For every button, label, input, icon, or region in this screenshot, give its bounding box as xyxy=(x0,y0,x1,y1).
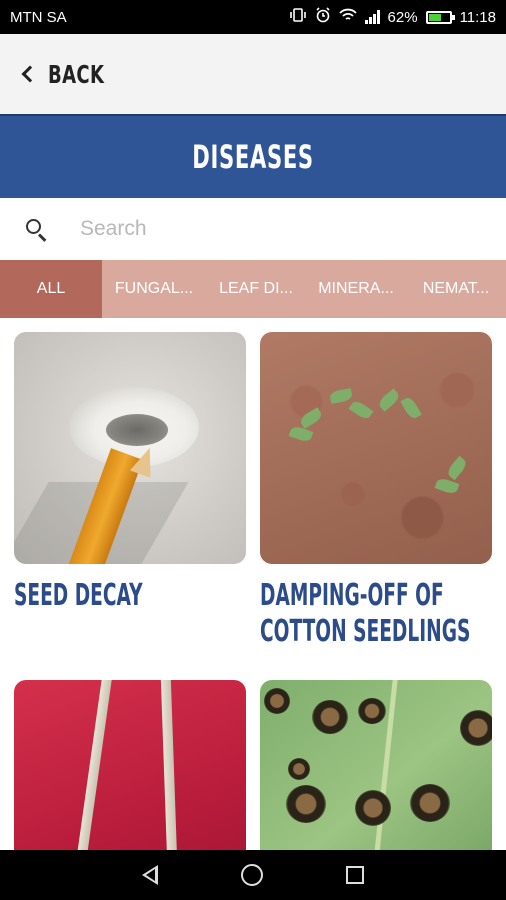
status-bar: MTN SA 62% 11:18 xyxy=(0,0,506,34)
alarm-icon xyxy=(315,7,331,27)
signal-icon xyxy=(364,10,380,24)
card-title: DAMPING-OFF OF COTTON SEEDLINGS xyxy=(260,578,471,649)
tab-leaf-diseases[interactable]: LEAF DI... xyxy=(206,260,306,318)
page-header: DISEASES xyxy=(0,114,506,198)
tab-nematodes[interactable]: NEMAT... xyxy=(406,260,506,318)
disease-card[interactable]: SEED DECAY xyxy=(14,332,246,614)
disease-card[interactable]: DAMPING-OFF OF COTTON SEEDLINGS xyxy=(260,332,492,650)
nav-home-icon[interactable] xyxy=(240,864,263,886)
vibrate-icon xyxy=(289,8,307,26)
back-button[interactable]: BACK xyxy=(20,60,126,89)
chevron-left-icon xyxy=(21,65,39,83)
damping-off-image xyxy=(260,332,492,564)
back-label: BACK xyxy=(48,59,105,89)
clock: 11:18 xyxy=(459,8,496,26)
navigation-bar xyxy=(0,850,506,900)
card-title: SEED DECAY xyxy=(14,578,143,613)
battery-icon xyxy=(425,10,455,24)
battery-fill xyxy=(428,13,441,21)
status-icons: 62% 11:18 xyxy=(289,7,496,27)
search-icon xyxy=(24,217,48,242)
carrier-label: MTN SA xyxy=(10,8,67,26)
seed-decay-image xyxy=(14,332,246,564)
app-bar: BACK xyxy=(0,34,506,114)
tab-mineral[interactable]: MINERA... xyxy=(306,260,406,318)
page-title: DISEASES xyxy=(192,138,314,176)
category-tabs: ALL FUNGAL... LEAF DI... MINERA... NEMAT… xyxy=(0,260,506,318)
wifi-icon xyxy=(338,8,357,26)
nav-recents-icon[interactable] xyxy=(346,866,365,884)
tab-fungal[interactable]: FUNGAL... xyxy=(102,260,206,318)
tab-all[interactable]: ALL xyxy=(0,260,102,318)
nav-back-icon[interactable] xyxy=(141,865,158,885)
search-input[interactable] xyxy=(80,217,460,241)
search-bar xyxy=(0,198,506,260)
battery-percent: 62% xyxy=(387,8,418,26)
